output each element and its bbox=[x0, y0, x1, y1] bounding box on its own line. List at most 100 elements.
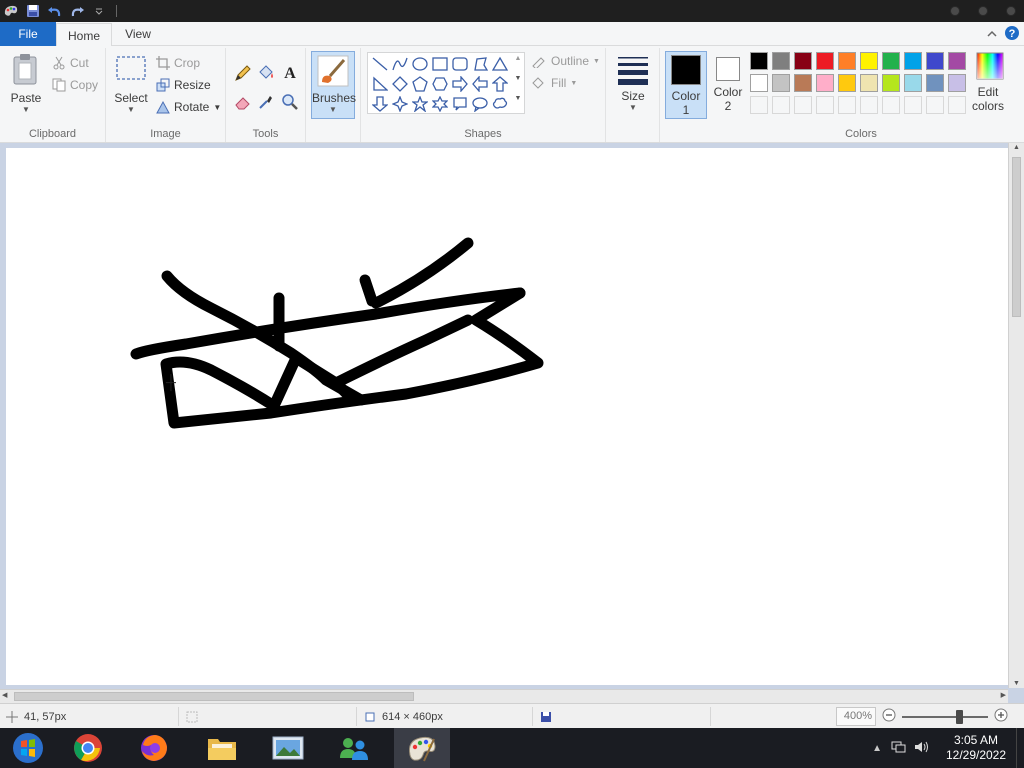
cut-button[interactable]: Cut bbox=[52, 56, 89, 70]
collapse-ribbon-icon[interactable] bbox=[986, 28, 998, 42]
palette-swatch[interactable] bbox=[772, 74, 790, 92]
scroll-left-icon[interactable]: ◀ bbox=[2, 691, 7, 699]
left-arrow-shape-icon[interactable] bbox=[470, 74, 490, 94]
vertical-scroll-thumb[interactable] bbox=[1012, 157, 1021, 317]
minimize-button[interactable] bbox=[950, 6, 960, 16]
line-shape-icon[interactable] bbox=[370, 54, 390, 74]
diamond-shape-icon[interactable] bbox=[390, 74, 410, 94]
fill-button[interactable]: Fill ▼ bbox=[531, 76, 577, 90]
tab-home[interactable]: Home bbox=[56, 23, 112, 47]
down-arrow-shape-icon[interactable] bbox=[370, 94, 390, 114]
hexagon-shape-icon[interactable] bbox=[430, 74, 450, 94]
tab-file[interactable]: File bbox=[0, 22, 56, 46]
show-desktop-button[interactable] bbox=[1016, 728, 1024, 768]
eraser-icon[interactable] bbox=[234, 93, 252, 114]
palette-swatch[interactable] bbox=[838, 74, 856, 92]
chevron-down-icon[interactable] bbox=[88, 0, 110, 22]
magnifier-icon[interactable] bbox=[281, 93, 299, 114]
size-button[interactable]: Size ▼ bbox=[614, 54, 652, 122]
network-icon[interactable] bbox=[890, 740, 906, 757]
palette-swatch[interactable] bbox=[772, 52, 790, 70]
select-dropdown-icon[interactable]: ▼ bbox=[112, 105, 150, 114]
zoom-slider[interactable] bbox=[902, 709, 988, 724]
edit-colors-button[interactable]: Edit colors bbox=[970, 52, 1010, 122]
taskbar-photos[interactable] bbox=[260, 728, 316, 768]
crop-button[interactable]: Crop bbox=[156, 56, 200, 70]
rotate-dropdown-icon[interactable]: ▼ bbox=[213, 103, 221, 112]
outline-button[interactable]: Outline ▼ bbox=[531, 54, 600, 68]
start-button[interactable] bbox=[0, 728, 56, 768]
rotate-button[interactable]: Rotate ▼ bbox=[156, 100, 221, 114]
palette-swatch[interactable] bbox=[948, 52, 966, 70]
scroll-up-icon[interactable]: ▲ bbox=[1013, 144, 1020, 151]
clock[interactable]: 3:05 AM 12/29/2022 bbox=[936, 733, 1016, 763]
palette-swatch[interactable] bbox=[926, 74, 944, 92]
palette-swatch[interactable] bbox=[794, 74, 812, 92]
palette-swatch[interactable] bbox=[816, 74, 834, 92]
color2-button[interactable]: Color 2 bbox=[710, 51, 746, 119]
copy-button[interactable]: Copy bbox=[52, 78, 98, 92]
shapes-expand-icon[interactable]: ▼ bbox=[512, 95, 524, 102]
palette-custom-swatch[interactable] bbox=[926, 96, 944, 114]
brushes-dropdown-icon[interactable]: ▼ bbox=[312, 105, 354, 114]
pencil-icon[interactable] bbox=[234, 64, 252, 85]
taskbar-paint[interactable] bbox=[394, 728, 450, 768]
horizontal-scrollbar[interactable]: ◀ ▶ bbox=[0, 689, 1008, 703]
zoom-in-icon[interactable] bbox=[994, 708, 1008, 725]
triangle-shape-icon[interactable] bbox=[490, 54, 510, 74]
color1-button[interactable]: Color 1 bbox=[665, 51, 707, 119]
paste-dropdown-icon[interactable]: ▼ bbox=[6, 105, 46, 114]
palette-swatch[interactable] bbox=[838, 52, 856, 70]
paint-app-icon[interactable] bbox=[0, 0, 22, 22]
palette-custom-swatch[interactable] bbox=[948, 96, 966, 114]
polygon-shape-icon[interactable] bbox=[470, 54, 490, 74]
tab-view[interactable]: View bbox=[114, 22, 162, 46]
rounded-callout-shape-icon[interactable] bbox=[450, 94, 470, 114]
cloud-callout-shape-icon[interactable] bbox=[490, 94, 510, 114]
taskbar-firefox[interactable] bbox=[126, 728, 182, 768]
curve-shape-icon[interactable] bbox=[390, 54, 410, 74]
vertical-scrollbar[interactable]: ▲ ▼ bbox=[1008, 143, 1024, 688]
horizontal-scroll-thumb[interactable] bbox=[14, 692, 414, 701]
zoom-level[interactable]: 400% bbox=[836, 707, 876, 726]
volume-icon[interactable] bbox=[914, 740, 930, 757]
taskbar-messenger[interactable] bbox=[326, 728, 382, 768]
palette-swatch[interactable] bbox=[794, 52, 812, 70]
undo-icon[interactable] bbox=[44, 0, 66, 22]
four-point-star-shape-icon[interactable] bbox=[390, 94, 410, 114]
palette-swatch[interactable] bbox=[882, 74, 900, 92]
five-point-star-shape-icon[interactable] bbox=[410, 94, 430, 114]
show-hidden-icons-icon[interactable]: ▲ bbox=[872, 743, 882, 754]
brushes-button[interactable]: Brushes ▼ bbox=[311, 51, 356, 119]
palette-swatch[interactable] bbox=[904, 52, 922, 70]
fill-dropdown-icon[interactable]: ▼ bbox=[570, 80, 577, 87]
size-dropdown-icon[interactable]: ▼ bbox=[614, 103, 652, 112]
help-icon[interactable]: ? bbox=[1004, 25, 1020, 44]
palette-swatch[interactable] bbox=[860, 52, 878, 70]
close-button[interactable] bbox=[1006, 6, 1016, 16]
palette-custom-swatch[interactable] bbox=[794, 96, 812, 114]
palette-custom-swatch[interactable] bbox=[860, 96, 878, 114]
palette-swatch[interactable] bbox=[860, 74, 878, 92]
color-picker-icon[interactable] bbox=[257, 93, 275, 114]
taskbar-file-explorer[interactable] bbox=[194, 728, 250, 768]
palette-swatch[interactable] bbox=[926, 52, 944, 70]
palette-swatch[interactable] bbox=[750, 52, 768, 70]
taskbar-chrome[interactable] bbox=[60, 728, 116, 768]
palette-custom-swatch[interactable] bbox=[904, 96, 922, 114]
paste-button[interactable]: Paste ▼ bbox=[6, 52, 46, 122]
scroll-right-icon[interactable]: ▶ bbox=[1001, 691, 1006, 699]
palette-custom-swatch[interactable] bbox=[750, 96, 768, 114]
fill-bucket-icon[interactable] bbox=[257, 64, 275, 85]
shapes-scroll-down-icon[interactable]: ▼ bbox=[512, 75, 524, 82]
shapes-scroll-up-icon[interactable]: ▲ bbox=[512, 55, 524, 62]
drawing-canvas[interactable]: ┼ bbox=[6, 148, 1008, 685]
palette-swatch[interactable] bbox=[816, 52, 834, 70]
rectangle-shape-icon[interactable] bbox=[430, 54, 450, 74]
oval-callout-shape-icon[interactable] bbox=[470, 94, 490, 114]
scroll-down-icon[interactable]: ▼ bbox=[1013, 680, 1020, 687]
pentagon-shape-icon[interactable] bbox=[410, 74, 430, 94]
palette-custom-swatch[interactable] bbox=[816, 96, 834, 114]
save-icon[interactable] bbox=[22, 0, 44, 22]
text-icon[interactable]: A bbox=[281, 63, 299, 84]
